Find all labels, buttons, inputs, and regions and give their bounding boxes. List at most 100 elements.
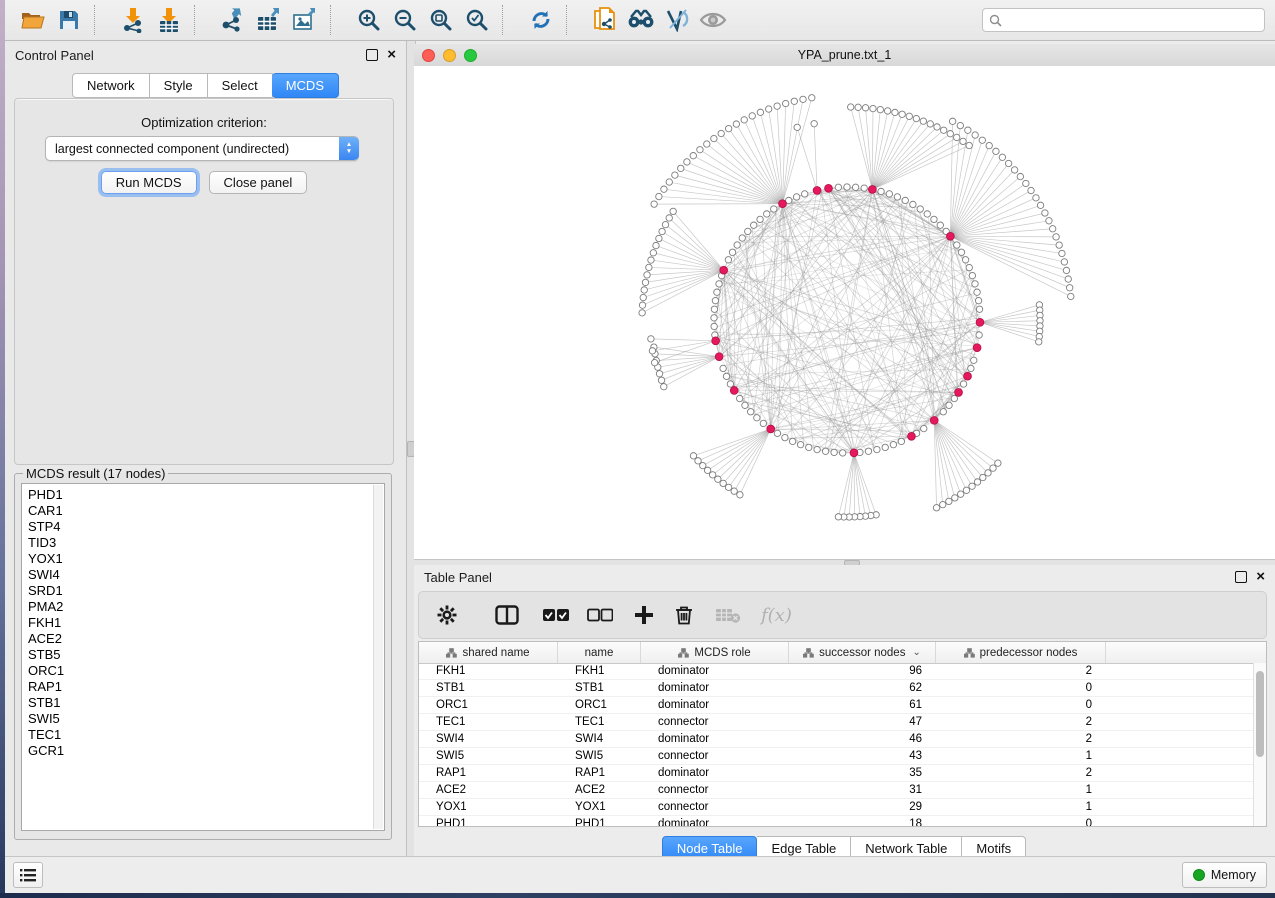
float-panel-icon[interactable] — [1235, 571, 1247, 583]
mcds-result-item[interactable]: SWI4 — [28, 567, 384, 583]
cell-predecessor-nodes[interactable]: 0 — [936, 699, 1106, 711]
cell-successor-nodes[interactable]: 43 — [789, 750, 936, 762]
mcds-result-item[interactable]: ORC1 — [28, 663, 384, 679]
table-row[interactable]: RAP1RAP1dominator352 — [419, 765, 1254, 782]
tab-network[interactable]: Network — [72, 73, 150, 98]
delete-column-icon[interactable] — [675, 598, 693, 632]
table-row[interactable]: SWI4SWI4dominator462 — [419, 731, 1254, 748]
mcds-result-item[interactable]: STB5 — [28, 647, 384, 663]
cell-shared-name[interactable]: ACE2 — [419, 784, 558, 796]
column-header-predecessor-nodes[interactable]: predecessor nodes — [936, 642, 1106, 663]
close-panel-icon[interactable]: × — [1256, 572, 1265, 582]
cell-shared-name[interactable]: TEC1 — [419, 716, 558, 728]
mcds-result-item[interactable]: PMA2 — [28, 599, 384, 615]
float-panel-icon[interactable] — [366, 49, 378, 61]
cell-shared-name[interactable]: YOX1 — [419, 801, 558, 813]
cell-MCDS-role[interactable]: dominator — [641, 733, 789, 745]
column-header-successor-nodes[interactable]: successor nodes⌄ — [789, 642, 936, 663]
criterion-dropdown[interactable]: largest connected component (undirected)… — [45, 136, 359, 161]
column-header-MCDS-role[interactable]: MCDS role — [641, 642, 789, 663]
cell-predecessor-nodes[interactable]: 2 — [936, 733, 1106, 745]
show-columns-icon[interactable] — [495, 598, 519, 632]
cell-successor-nodes[interactable]: 31 — [789, 784, 936, 796]
cell-MCDS-role[interactable]: dominator — [641, 682, 789, 694]
cell-predecessor-nodes[interactable]: 2 — [936, 767, 1106, 779]
cell-shared-name[interactable]: FKH1 — [419, 665, 558, 677]
cell-shared-name[interactable]: SWI5 — [419, 750, 558, 762]
mcds-result-item[interactable]: RAP1 — [28, 679, 384, 695]
open-file-icon[interactable] — [15, 3, 51, 37]
table-row[interactable]: TEC1TEC1connector472 — [419, 714, 1254, 731]
tab-select[interactable]: Select — [208, 73, 273, 98]
cell-successor-nodes[interactable]: 62 — [789, 682, 936, 694]
mcds-result-item[interactable]: STP4 — [28, 519, 384, 535]
cell-predecessor-nodes[interactable]: 1 — [936, 750, 1106, 762]
zoom-selected-icon[interactable] — [459, 3, 495, 37]
cell-predecessor-nodes[interactable]: 2 — [936, 665, 1106, 677]
cell-name[interactable]: PHD1 — [558, 818, 641, 827]
cell-MCDS-role[interactable]: connector — [641, 750, 789, 762]
mcds-result-item[interactable]: GCR1 — [28, 743, 384, 759]
cell-successor-nodes[interactable]: 35 — [789, 767, 936, 779]
cell-MCDS-role[interactable]: connector — [641, 801, 789, 813]
mcds-result-item[interactable]: YOX1 — [28, 551, 384, 567]
cell-successor-nodes[interactable]: 18 — [789, 818, 936, 827]
table-row[interactable]: PHD1PHD1dominator180 — [419, 816, 1254, 827]
mcds-result-item[interactable]: STB1 — [28, 695, 384, 711]
cell-name[interactable]: RAP1 — [558, 767, 641, 779]
zoom-fit-icon[interactable] — [423, 3, 459, 37]
cell-successor-nodes[interactable]: 61 — [789, 699, 936, 711]
hide-graphic-details-icon[interactable] — [659, 3, 695, 37]
search-network-icon[interactable] — [623, 3, 659, 37]
cell-successor-nodes[interactable]: 29 — [789, 801, 936, 813]
close-panel-icon[interactable]: × — [387, 50, 396, 60]
cell-name[interactable]: SWI4 — [558, 733, 641, 745]
cell-MCDS-role[interactable]: connector — [641, 716, 789, 728]
cell-MCDS-role[interactable]: dominator — [641, 818, 789, 827]
cell-predecessor-nodes[interactable]: 0 — [936, 682, 1106, 694]
refresh-layout-icon[interactable] — [523, 3, 559, 37]
cell-name[interactable]: TEC1 — [558, 716, 641, 728]
global-search-box[interactable] — [982, 8, 1265, 32]
mcds-result-item[interactable]: CAR1 — [28, 503, 384, 519]
cell-predecessor-nodes[interactable]: 0 — [936, 818, 1106, 827]
zoom-out-icon[interactable] — [387, 3, 423, 37]
run-mcds-button[interactable]: Run MCDS — [101, 171, 197, 194]
cell-shared-name[interactable]: PHD1 — [419, 818, 558, 827]
cell-predecessor-nodes[interactable]: 1 — [936, 801, 1106, 813]
search-input[interactable] — [1007, 12, 1258, 28]
table-settings-icon[interactable] — [437, 598, 457, 632]
tab-style[interactable]: Style — [150, 73, 208, 98]
table-row[interactable]: SWI5SWI5connector431 — [419, 748, 1254, 765]
cell-shared-name[interactable]: SWI4 — [419, 733, 558, 745]
clone-network-icon[interactable] — [587, 3, 623, 37]
mcds-result-item[interactable]: ACE2 — [28, 631, 384, 647]
mcds-result-item[interactable]: PHD1 — [28, 487, 384, 503]
table-scrollbar[interactable] — [1253, 663, 1266, 826]
cell-MCDS-role[interactable]: dominator — [641, 665, 789, 677]
column-header-shared-name[interactable]: shared name — [419, 642, 558, 663]
memory-button[interactable]: Memory — [1182, 862, 1267, 888]
scrollbar-thumb[interactable] — [1256, 671, 1264, 757]
mcds-list-scrollbar[interactable] — [373, 485, 383, 829]
cell-shared-name[interactable]: RAP1 — [419, 767, 558, 779]
cell-MCDS-role[interactable]: connector — [641, 784, 789, 796]
close-panel-button[interactable]: Close panel — [209, 171, 308, 194]
mcds-result-item[interactable]: SRD1 — [28, 583, 384, 599]
cell-successor-nodes[interactable]: 47 — [789, 716, 936, 728]
mcds-result-item[interactable]: FKH1 — [28, 615, 384, 631]
import-network-icon[interactable] — [115, 3, 151, 37]
cell-name[interactable]: YOX1 — [558, 801, 641, 813]
cell-successor-nodes[interactable]: 46 — [789, 733, 936, 745]
unselect-all-rows-icon[interactable] — [587, 598, 613, 632]
cell-predecessor-nodes[interactable]: 1 — [936, 784, 1106, 796]
table-row[interactable]: STB1STB1dominator620 — [419, 680, 1254, 697]
cell-MCDS-role[interactable]: dominator — [641, 699, 789, 711]
save-session-icon[interactable] — [51, 3, 87, 37]
import-table-icon[interactable] — [151, 3, 187, 37]
cell-name[interactable]: SWI5 — [558, 750, 641, 762]
cell-name[interactable]: ACE2 — [558, 784, 641, 796]
task-history-button[interactable] — [13, 862, 43, 888]
cell-predecessor-nodes[interactable]: 2 — [936, 716, 1106, 728]
column-header-name[interactable]: name — [558, 642, 641, 663]
